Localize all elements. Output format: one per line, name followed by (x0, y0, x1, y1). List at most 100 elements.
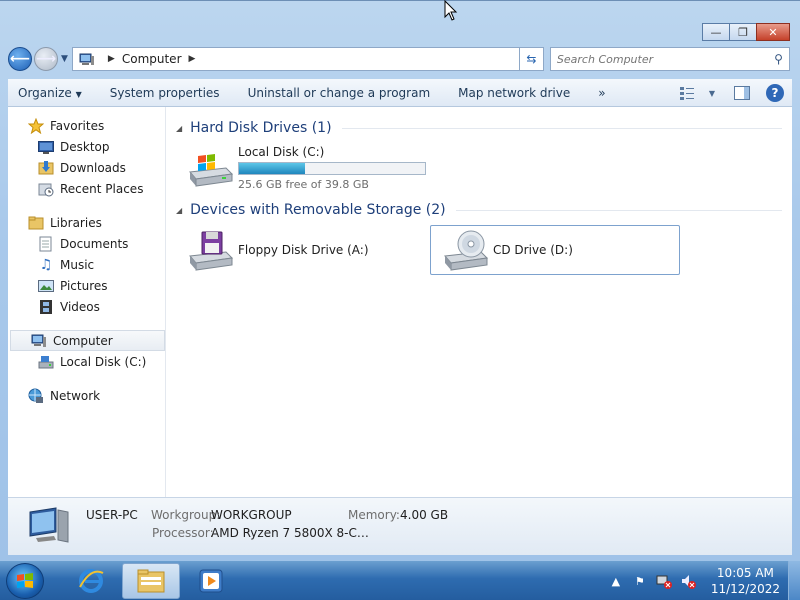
libraries-icon (28, 215, 44, 231)
arrow-left-icon: ⟵ (9, 51, 31, 67)
music-note-icon: ♫ (39, 256, 53, 273)
removable-row: Floppy Disk Drive (A:) CD Drive (D:) (176, 225, 782, 275)
organize-label: Organize (18, 85, 72, 100)
view-options-dropdown[interactable]: ▼ (702, 83, 722, 103)
address-bar[interactable]: ▶ Computer ▶ (71, 47, 520, 71)
group-removable-storage[interactable]: ◢ Devices with Removable Storage (2) (176, 199, 782, 221)
system-properties-button[interactable]: System properties (110, 86, 220, 100)
search-input[interactable] (556, 52, 775, 66)
refresh-button[interactable]: ⇆ (519, 47, 544, 71)
network-status-icon[interactable] (655, 572, 673, 590)
computer-icon (31, 333, 47, 349)
floppy-drive-icon (189, 231, 234, 271)
nav-downloads[interactable]: Downloads (8, 157, 165, 178)
nav-desktop[interactable]: Desktop (8, 136, 165, 157)
nav-network[interactable]: Network (8, 385, 165, 406)
memory-value: 4.00 GB (400, 508, 449, 522)
nav-libraries-label: Libraries (50, 215, 102, 230)
back-button[interactable]: ⟵ (8, 47, 32, 71)
arrow-right-icon: ⟶ (35, 51, 57, 67)
forward-button[interactable]: ⟶ (34, 47, 58, 71)
breadcrumb-chevron-icon[interactable]: ▶ (189, 54, 196, 64)
cd-drive-icon (444, 230, 489, 271)
taskbar-media-player[interactable] (182, 563, 240, 599)
windows-drive-icon (189, 154, 234, 187)
group-divider (341, 127, 782, 129)
group-removable-storage-label: Devices with Removable Storage (2) (190, 202, 446, 218)
drive-c-name: Local Disk (C:) (238, 145, 325, 159)
clock[interactable]: 10:05 AM 11/12/2022 (711, 565, 780, 597)
group-hard-disk-drives[interactable]: ◢ Hard Disk Drives (1) (176, 117, 782, 139)
chevron-down-icon: ▼ (75, 89, 82, 99)
nav-libraries[interactable]: Libraries (8, 212, 165, 233)
windows-logo-icon (17, 573, 33, 588)
drive-c-usage-fill (239, 163, 306, 174)
more-commands-button[interactable]: » (598, 86, 605, 100)
processor-label: Processor: (152, 526, 214, 540)
window-controls: — ❐ ✕ (702, 23, 790, 41)
map-network-drive-button[interactable]: Map network drive (458, 86, 570, 100)
nav-recent-places-label: Recent Places (60, 181, 144, 196)
nav-music-label: Music (60, 257, 95, 272)
folder-icon (137, 569, 165, 593)
downloads-folder-icon (38, 160, 54, 176)
nav-computer[interactable]: Computer (10, 330, 165, 351)
help-button[interactable]: ? (766, 84, 784, 102)
nav-favorites[interactable]: Favorites (8, 115, 165, 136)
media-player-icon (199, 569, 223, 593)
drive-c[interactable]: Local Disk (C:) 25.6 GB free of 39.8 GB (176, 143, 426, 193)
hdd-row: Local Disk (C:) 25.6 GB free of 39.8 GB (176, 143, 782, 193)
collapse-triangle-icon[interactable]: ◢ (176, 124, 182, 133)
drive-d-name: CD Drive (D:) (493, 243, 573, 257)
organize-button[interactable]: Organize ▼ (18, 86, 82, 100)
show-desktop-button[interactable] (788, 561, 800, 600)
nav-documents[interactable]: Documents (8, 233, 165, 254)
network-globe-icon (28, 388, 44, 404)
taskbar: ▲ ⚑ 10:05 AM 11/12/2022 (0, 560, 800, 600)
nav-downloads-label: Downloads (60, 160, 126, 175)
navigation-pane[interactable]: Favorites Desktop Downloads Recent Place… (8, 107, 166, 497)
uninstall-program-button[interactable]: Uninstall or change a program (248, 86, 431, 100)
breadcrumb-separator-icon[interactable]: ▶ (108, 54, 115, 64)
volume-muted-icon[interactable] (679, 572, 697, 590)
mouse-cursor-icon (444, 0, 458, 21)
nav-documents-label: Documents (60, 236, 129, 251)
taskbar-windows-explorer[interactable] (122, 563, 180, 599)
drive-a[interactable]: Floppy Disk Drive (A:) (176, 225, 426, 275)
content-area: Favorites Desktop Downloads Recent Place… (8, 107, 792, 497)
nav-videos-label: Videos (60, 299, 100, 314)
maximize-button[interactable]: ❐ (729, 23, 757, 41)
close-button[interactable]: ✕ (756, 23, 790, 41)
drive-d[interactable]: CD Drive (D:) (430, 225, 680, 275)
clock-date: 11/12/2022 (710, 582, 780, 596)
nav-local-disk[interactable]: Local Disk (C:) (8, 351, 165, 372)
nav-pictures[interactable]: Pictures (8, 275, 165, 296)
nav-music[interactable]: ♫ Music (8, 254, 165, 275)
drive-a-name: Floppy Disk Drive (A:) (238, 243, 369, 257)
search-box[interactable]: ⚲ (549, 47, 790, 71)
start-button[interactable] (6, 563, 44, 599)
refresh-icon: ⇆ (526, 52, 537, 66)
change-view-button[interactable] (678, 83, 698, 103)
nav-recent-places[interactable]: Recent Places (8, 178, 165, 199)
taskbar-internet-explorer[interactable] (62, 563, 120, 599)
show-hidden-icons-button[interactable]: ▲ (607, 572, 625, 590)
hard-disk-icon (38, 354, 54, 370)
film-icon (38, 299, 54, 315)
preview-pane-button[interactable] (732, 83, 752, 103)
clock-time: 10:05 AM (716, 566, 774, 580)
pictures-icon (38, 278, 54, 294)
recent-pages-dropdown[interactable]: ▼ (61, 54, 68, 64)
memory-label: Memory: (348, 508, 400, 522)
explorer-window: — ❐ ✕ ⟵ ⟶ ▼ ▶ Computer ▶ ⇆ ⚲ Organize ▼ … (0, 0, 800, 560)
search-icon[interactable]: ⚲ (774, 52, 783, 66)
workgroup-label: Workgroup: (151, 508, 221, 522)
file-list-pane[interactable]: ◢ Hard Disk Drives (1) Local Disk (C:) 2… (166, 107, 792, 497)
breadcrumb-computer[interactable]: Computer (122, 52, 182, 66)
minimize-button[interactable]: — (702, 23, 730, 41)
computer-name: USER-PC (86, 508, 138, 522)
nav-videos[interactable]: Videos (8, 296, 165, 317)
action-center-flag-icon[interactable]: ⚑ (631, 572, 649, 590)
collapse-triangle-icon[interactable]: ◢ (176, 206, 182, 215)
